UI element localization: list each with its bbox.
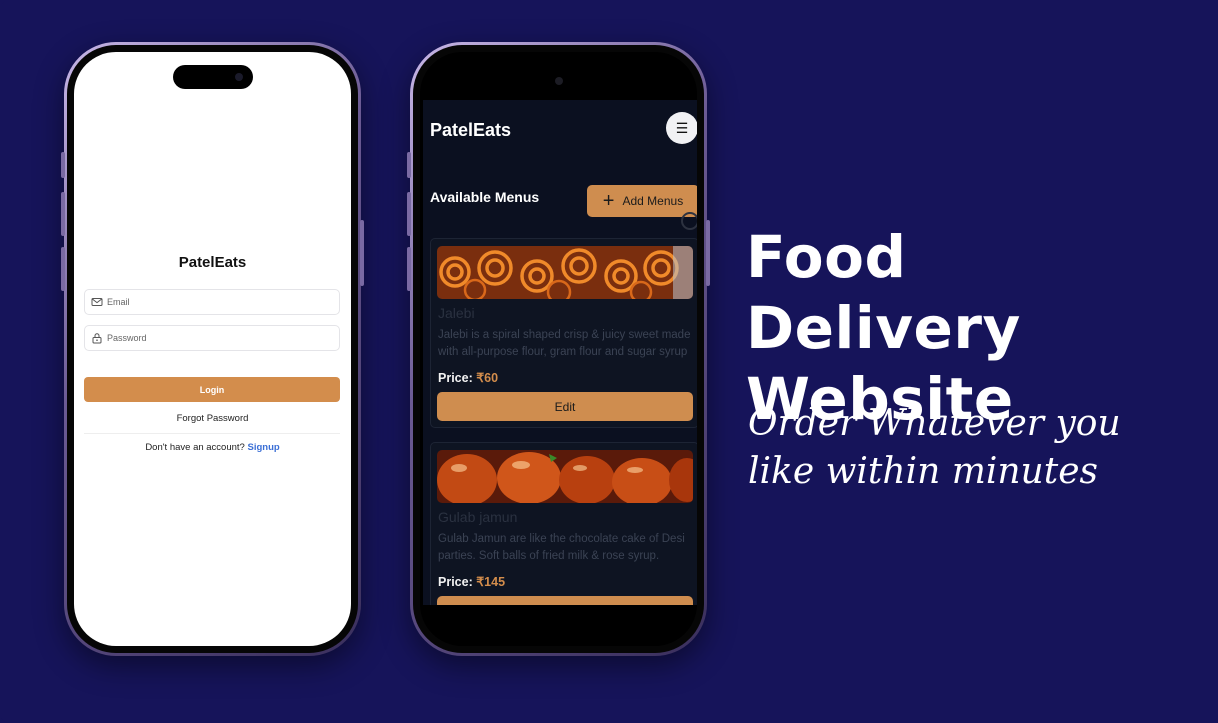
phone-login-mockup: PatelEats Email Password Login Forgot Pa… (61, 42, 364, 656)
price-value: ₹60 (476, 371, 499, 385)
phone-side-button (61, 152, 65, 178)
menu-card: Jalebi Jalebi is a spiral shaped crisp &… (430, 238, 697, 428)
email-field[interactable]: Email (84, 289, 340, 315)
menu-card: Gulab jamun Gulab Jamun are like the cho… (430, 442, 697, 605)
no-account-text: Don't have an account? (145, 442, 245, 453)
signup-prompt: Don't have an account? Signup (74, 442, 351, 453)
front-camera (554, 77, 563, 85)
phone-side-button (61, 192, 65, 236)
price-value: ₹145 (476, 575, 506, 589)
add-menus-label: Add Menus (622, 194, 684, 208)
loading-ring-icon (681, 212, 697, 230)
jalebi-image (437, 246, 693, 299)
menu-item-price: Price: ₹60 (438, 370, 498, 385)
menu-item-name: Jalebi (438, 305, 475, 321)
phone-side-button (706, 220, 710, 286)
edit-button[interactable]: Edit (437, 392, 693, 421)
login-screen: PatelEats Email Password Login Forgot Pa… (74, 52, 351, 646)
mail-icon (91, 298, 103, 306)
phone-side-button (360, 220, 364, 286)
headline-line: Food Delivery (746, 223, 1021, 362)
gulab-jamun-image (437, 450, 693, 503)
menu-item-price: Price: ₹145 (438, 574, 505, 589)
phone-side-button (407, 247, 411, 291)
price-label: Price: (438, 371, 473, 385)
tagline-line: like within minutes (748, 451, 1098, 492)
phone-menu-mockup: PatelEats ☰ Available Menus + Add Menus (407, 42, 710, 656)
phone-side-button (407, 192, 411, 236)
password-field[interactable]: Password (84, 325, 340, 351)
app-logo[interactable]: PatelEats (430, 120, 511, 141)
login-brand-title: PatelEats (178, 254, 247, 271)
promo-tagline: Order Whatever you like within minutes (748, 400, 1168, 496)
menu-screen: PatelEats ☰ Available Menus + Add Menus (420, 52, 697, 646)
menu-item-description: Jalebi is a spiral shaped crisp & juicy … (438, 329, 691, 358)
menu-item-name: Gulab jamun (438, 509, 518, 525)
signup-link[interactable]: Signup (247, 442, 279, 453)
login-button[interactable]: Login (84, 377, 340, 402)
lock-icon (92, 333, 102, 344)
dynamic-island (172, 65, 253, 89)
forgot-password-link[interactable]: Forgot Password (74, 413, 351, 424)
tagline-line: Order Whatever you (748, 403, 1121, 444)
add-menus-button[interactable]: + Add Menus (587, 185, 697, 217)
menu-item-description: Gulab Jamun are like the chocolate cake … (438, 533, 685, 562)
plus-icon: + (602, 190, 615, 212)
hamburger-icon: ☰ (675, 119, 689, 136)
hamburger-menu-button[interactable]: ☰ (666, 112, 697, 144)
price-label: Price: (438, 575, 473, 589)
divider (84, 433, 340, 434)
phone-side-button (61, 247, 65, 291)
available-menus-heading: Available Menus (430, 189, 540, 205)
edit-button[interactable] (437, 596, 693, 605)
phone-side-button (407, 152, 411, 178)
email-placeholder: Email (107, 297, 130, 307)
menu-app: PatelEats ☰ Available Menus + Add Menus (423, 100, 697, 605)
password-placeholder: Password (107, 333, 147, 343)
promo-canvas: PatelEats Email Password Login Forgot Pa… (0, 0, 1218, 723)
